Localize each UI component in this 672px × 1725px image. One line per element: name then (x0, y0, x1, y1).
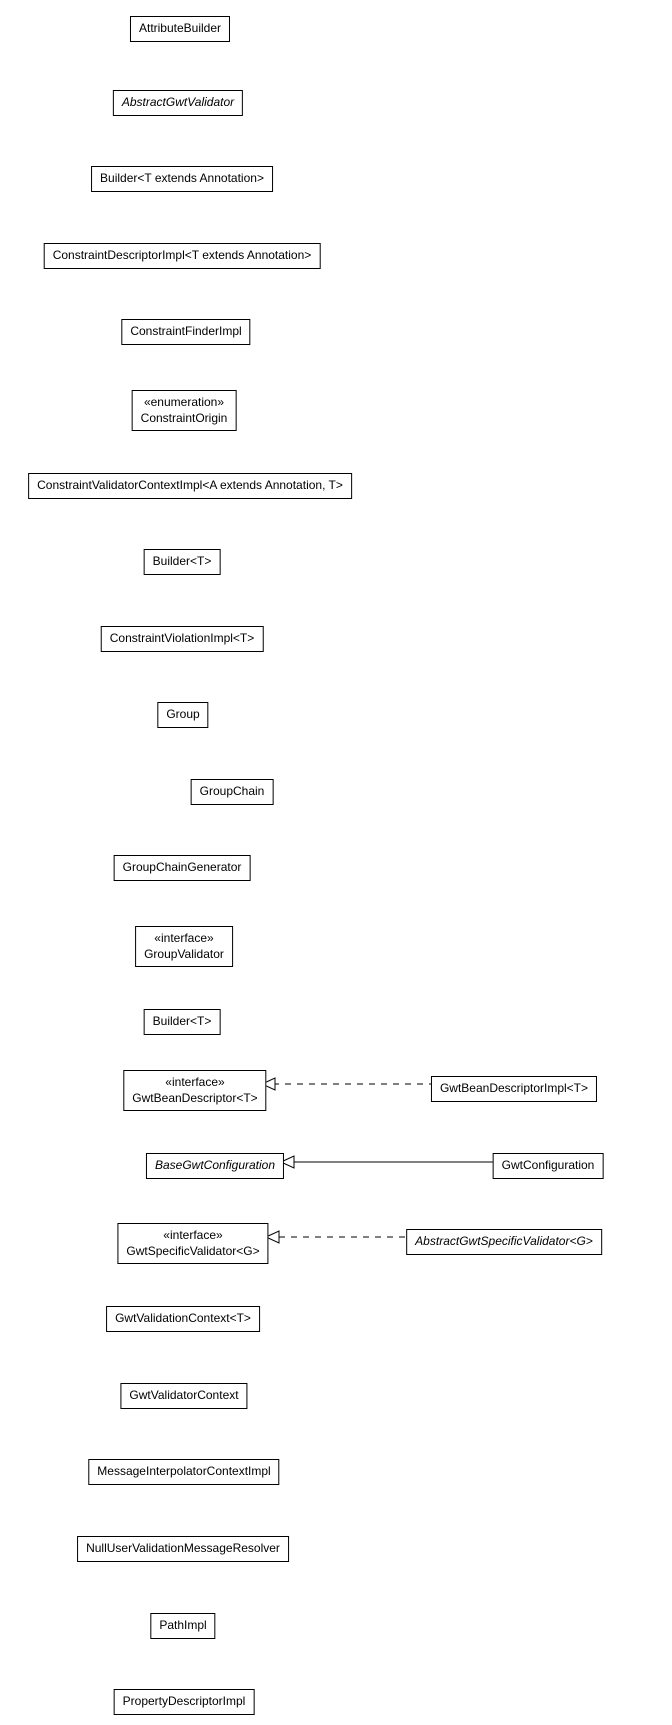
class-label: GwtBeanDescriptorImpl<T> (440, 1081, 588, 1097)
class-builder-t-1: Builder<T> (144, 549, 221, 575)
class-basegwtconfiguration: BaseGwtConfiguration (146, 1153, 284, 1179)
class-builder-t-2: Builder<T> (144, 1009, 221, 1035)
class-constraintvalidatorcontextimpl: ConstraintValidatorContextImpl<A extends… (28, 473, 352, 499)
class-constraintfinderimpl: ConstraintFinderImpl (121, 319, 250, 345)
class-gwtvalidatorcontext: GwtValidatorContext (120, 1383, 247, 1409)
class-label: ConstraintViolationImpl<T> (110, 631, 255, 647)
uml-class-diagram: AttributeBuilder AbstractGwtValidator Bu… (0, 0, 672, 1725)
class-label: GwtValidatorContext (129, 1388, 238, 1404)
class-gwtconfiguration: GwtConfiguration (493, 1153, 604, 1179)
class-label: GwtConfiguration (502, 1158, 595, 1174)
class-label: BaseGwtConfiguration (155, 1158, 275, 1174)
class-label: AbstractGwtValidator (122, 95, 234, 111)
class-label: GroupChainGenerator (123, 860, 242, 876)
stereotype-label: «interface» (144, 931, 224, 947)
class-builder-annotation: Builder<T extends Annotation> (91, 166, 273, 192)
class-group: Group (157, 702, 208, 728)
class-label: PropertyDescriptorImpl (123, 1694, 246, 1710)
class-label: GroupValidator (144, 947, 224, 963)
interface-gwtspecificvalidator: «interface» GwtSpecificValidator<G> (117, 1223, 268, 1264)
class-messageinterpolatorcontextimpl: MessageInterpolatorContextImpl (88, 1459, 279, 1485)
class-attributebuilder: AttributeBuilder (130, 16, 230, 42)
class-groupchain: GroupChain (191, 779, 274, 805)
class-nulluservalidationmessageresolver: NullUserValidationMessageResolver (77, 1536, 289, 1562)
class-constraintdescriptorimpl: ConstraintDescriptorImpl<T extends Annot… (44, 243, 321, 269)
interface-gwtbeandescriptor: «interface» GwtBeanDescriptor<T> (123, 1070, 266, 1111)
class-label: Builder<T> (153, 554, 212, 570)
stereotype-label: «enumeration» (141, 395, 228, 411)
class-label: ConstraintValidatorContextImpl<A extends… (37, 478, 343, 494)
class-label: PathImpl (159, 1618, 206, 1634)
class-abstractgwtvalidator: AbstractGwtValidator (113, 90, 243, 116)
class-pathimpl: PathImpl (150, 1613, 215, 1639)
interface-groupvalidator: «interface» GroupValidator (135, 926, 233, 967)
class-label: Builder<T extends Annotation> (100, 171, 264, 187)
class-groupchaingenerator: GroupChainGenerator (114, 855, 251, 881)
class-label: ConstraintOrigin (141, 411, 228, 427)
class-label: NullUserValidationMessageResolver (86, 1541, 280, 1557)
class-label: AttributeBuilder (139, 21, 221, 37)
stereotype-label: «interface» (126, 1228, 259, 1244)
class-label: ConstraintDescriptorImpl<T extends Annot… (53, 248, 312, 264)
class-label: Group (166, 707, 199, 723)
class-label: ConstraintFinderImpl (130, 324, 241, 340)
class-label: GwtBeanDescriptor<T> (132, 1091, 257, 1107)
enum-constraintorigin: «enumeration» ConstraintOrigin (132, 390, 237, 431)
class-label: GwtValidationContext<T> (115, 1311, 251, 1327)
class-label: Builder<T> (153, 1014, 212, 1030)
class-propertydescriptorimpl: PropertyDescriptorImpl (114, 1689, 255, 1715)
class-label: GroupChain (200, 784, 265, 800)
class-gwtvalidationcontext: GwtValidationContext<T> (106, 1306, 260, 1332)
stereotype-label: «interface» (132, 1075, 257, 1091)
class-abstractgwtspecificvalidator: AbstractGwtSpecificValidator<G> (406, 1229, 602, 1255)
class-constraintviolationimpl: ConstraintViolationImpl<T> (101, 626, 264, 652)
class-gwtbeandescriptorimpl: GwtBeanDescriptorImpl<T> (431, 1076, 597, 1102)
class-label: AbstractGwtSpecificValidator<G> (415, 1234, 593, 1250)
class-label: MessageInterpolatorContextImpl (97, 1464, 270, 1480)
class-label: GwtSpecificValidator<G> (126, 1244, 259, 1260)
